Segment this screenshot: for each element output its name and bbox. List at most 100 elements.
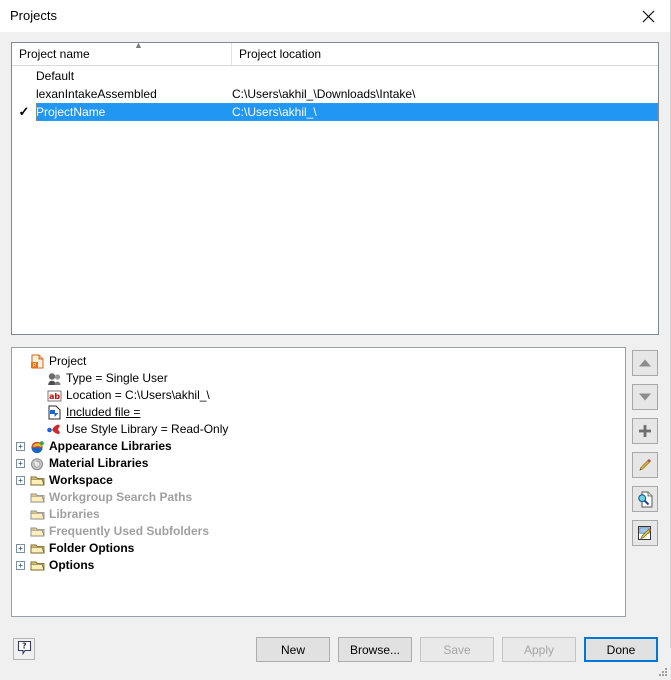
expander-placeholder [16,357,25,366]
tree-node-frequently-used-subfolders[interactable]: Frequently Used Subfolders [16,523,625,540]
column-header-project-name-label: Project name [19,47,90,61]
tree-node-label: Type = Single User [66,371,168,385]
tree-node-appearance-libraries[interactable]: + Appearance Libraries [16,438,625,455]
expander-placeholder [16,493,25,502]
help-question-icon: ? [17,640,32,658]
tree-node-workspace[interactable]: + Workspace [16,472,625,489]
arrow-up-icon [638,358,652,368]
tree-node-label[interactable]: Included file = [66,404,140,421]
folder-icon [29,558,45,573]
expander-plus-icon[interactable]: + [16,544,25,553]
list-rows: Default lexanIntakeAssembled C:\Users\ak… [12,66,658,121]
move-down-button[interactable] [632,384,658,410]
column-header-project-name[interactable]: Project name ▲ [12,40,232,65]
table-row-selected[interactable]: ✓ ProjectName C:\Users\akhil_\ [12,103,658,121]
folder-icon [29,507,45,522]
tree-node-libraries[interactable]: Libraries [16,506,625,523]
projects-list[interactable]: Project name ▲ Project location Default … [11,40,659,335]
expander-placeholder [16,527,25,536]
plus-icon [638,424,652,438]
apply-button: Apply [502,637,576,662]
side-toolbar [632,350,660,554]
tree-node-included-file[interactable]: Included file = [16,404,625,421]
tree-node-folder-options[interactable]: + Folder Options [16,540,625,557]
resize-grip[interactable] [658,667,668,677]
row-project-location: C:\Users\akhil_\Downloads\Intake\ [232,87,416,101]
help-button[interactable]: ? [13,638,35,660]
browse-dialog-button[interactable]: Browse... [338,637,412,662]
folder-icon [29,541,45,556]
project-document-icon: P [29,354,45,369]
tree-node-project[interactable]: P Project [16,353,625,370]
folder-icon [29,473,45,488]
row-project-name: Default [36,69,75,83]
folder-icon [29,490,45,505]
tree-node-type[interactable]: Type = Single User [16,370,625,387]
close-button[interactable] [626,0,671,32]
tree-node-label: Libraries [49,507,100,521]
row-content: ProjectName C:\Users\akhil_\ [36,103,658,121]
tree-node-material-libraries[interactable]: + Material Libraries [16,455,625,472]
svg-text:ab: ab [48,392,59,401]
svg-text:?: ? [22,641,26,650]
expander-plus-icon[interactable]: + [16,459,25,468]
svg-text:P: P [32,363,35,369]
tree-node-style-library[interactable]: Use Style Library = Read-Only [16,421,625,438]
row-content: lexanIntakeAssembled C:\Users\akhil_\Dow… [36,85,658,103]
save-button: Save [420,637,494,662]
expander-plus-icon[interactable]: + [16,561,25,570]
browse-button[interactable] [632,486,658,512]
tree-node-label: Project [49,354,87,368]
row-project-name: ProjectName [36,103,232,121]
edit-page-button[interactable] [632,520,658,546]
list-header: Project name ▲ Project location [12,40,658,66]
expander-plus-icon[interactable]: + [16,442,25,451]
tree-node-label: Appearance Libraries [49,439,172,453]
tree-node-label: Material Libraries [49,456,149,470]
tree-node-label: Frequently Used Subfolders [49,524,210,538]
arrow-down-icon [638,392,652,402]
user-type-icon [46,371,62,386]
footer-buttons: New Browse... Save Apply Done [256,637,658,662]
tree-node-label: Options [49,558,95,572]
pencil-icon [637,457,653,473]
expander-placeholder [33,391,42,400]
footer-bar: ? New Browse... Save Apply Done [0,628,671,680]
expander-placeholder [33,374,42,383]
edit-button[interactable] [632,452,658,478]
title-bar: Projects [0,0,671,32]
window-title: Projects [10,8,57,23]
tree-node-location[interactable]: ab Location = C:\Users\akhil_\ [16,387,625,404]
magnifier-page-icon [637,491,654,508]
style-library-icon [46,422,62,437]
tree-node-label: Use Style Library = Read-Only [66,422,229,436]
add-button[interactable] [632,418,658,444]
tree-node-options[interactable]: + Options [16,557,625,574]
row-project-location: C:\Users\akhil_\ [232,103,658,121]
tree-node-workgroup-search-paths[interactable]: Workgroup Search Paths [16,489,625,506]
dialog-body: Project name ▲ Project location Default … [0,32,671,676]
row-content: Default [36,67,658,85]
row-project-name: lexanIntakeAssembled [36,87,157,101]
tree-node-label: Workgroup Search Paths [49,490,193,504]
table-row[interactable]: Default [12,67,658,85]
done-button[interactable]: Done [584,637,658,662]
ab-text-icon: ab [46,388,62,403]
project-settings-tree[interactable]: P Project Type = Single User ab Location… [11,347,626,617]
close-icon [642,10,655,23]
tree-node-label: Workspace [49,473,113,487]
tree-node-label: Location = C:\Users\akhil_\ [66,388,210,402]
expander-plus-icon[interactable]: + [16,476,25,485]
expander-placeholder [33,425,42,434]
material-sphere-icon [29,456,45,471]
folder-icon [29,524,45,539]
move-up-button[interactable] [632,350,658,376]
sort-ascending-caret-icon: ▲ [134,40,143,50]
edit-page-icon [637,525,654,542]
column-header-project-location[interactable]: Project location [232,43,652,65]
new-button[interactable]: New [256,637,330,662]
appearance-sphere-icon [29,439,45,454]
table-row[interactable]: lexanIntakeAssembled C:\Users\akhil_\Dow… [12,85,658,103]
row-check-icon: ✓ [18,104,30,119]
expander-placeholder [16,510,25,519]
